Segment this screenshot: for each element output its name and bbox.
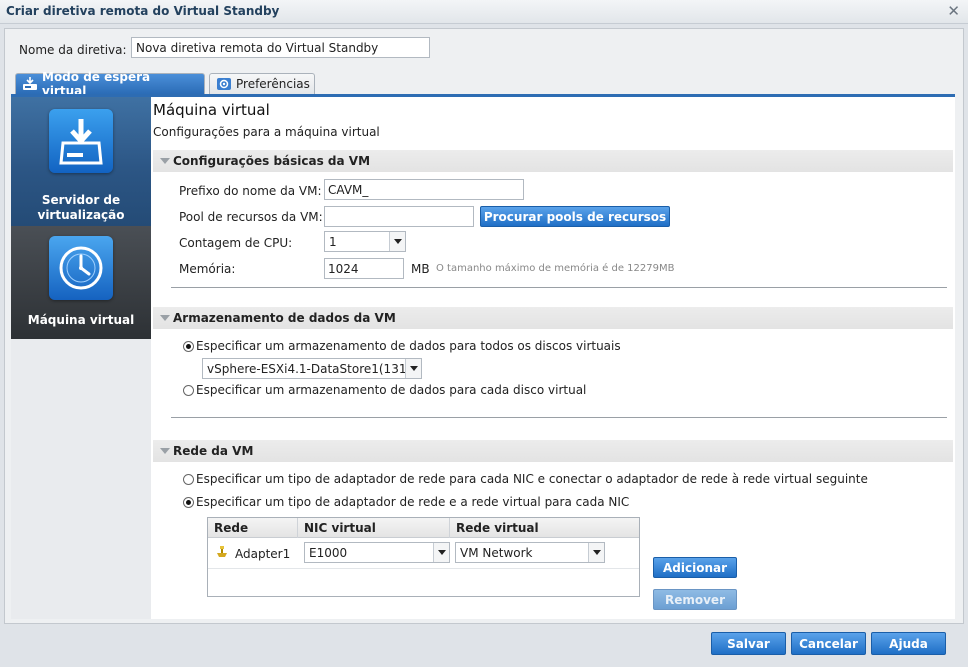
section-basic-header[interactable]: Configurações básicas da VM	[153, 150, 953, 172]
chevron-down-icon[interactable]	[389, 232, 405, 251]
preferences-tab-icon	[216, 77, 232, 91]
column-header-network[interactable]: Rede	[208, 518, 298, 538]
policy-name-input[interactable]	[131, 37, 430, 58]
resource-pool-input[interactable]	[324, 206, 474, 227]
memory-input[interactable]	[324, 258, 404, 279]
remove-nic-button[interactable]: Remover	[653, 589, 737, 610]
datastore-value: vSphere-ESXi4.1-DataStore1(131	[207, 361, 405, 376]
close-icon[interactable]: ✕	[947, 2, 960, 20]
section-storage-title: Armazenamento de dados da VM	[173, 311, 396, 325]
network-option-next-label: Especificar um tipo de adaptador de rede…	[196, 472, 868, 486]
policy-name-label: Nome da diretiva:	[19, 43, 127, 57]
title-bar: Criar diretiva remota do Virtual Standby…	[0, 0, 968, 24]
radio-button[interactable]	[183, 496, 194, 508]
storage-option-all-label: Especificar um armazenamento de dados pa…	[196, 339, 621, 353]
main-content: Máquina virtual Configurações para a máq…	[151, 97, 955, 619]
radio-button[interactable]	[183, 340, 194, 352]
save-button[interactable]: Salvar	[711, 632, 786, 655]
tab-preferences[interactable]: Preferências	[209, 73, 315, 94]
page-title: Máquina virtual	[153, 101, 270, 119]
column-header-virtual-nic[interactable]: NIC virtual	[298, 518, 450, 538]
nic-table: Rede NIC virtual Rede virtual Adapter1 E…	[207, 517, 640, 597]
tab-preferences-label: Preferências	[236, 77, 310, 91]
collapse-triangle-icon[interactable]	[160, 315, 170, 321]
radio-button[interactable]	[183, 384, 194, 396]
nic-table-header: Rede NIC virtual Rede virtual	[208, 518, 639, 538]
nav-virtual-machine[interactable]: Máquina virtual	[11, 226, 151, 339]
chevron-down-icon[interactable]	[405, 359, 421, 378]
browse-resource-pools-button[interactable]: Procurar pools de recursos	[480, 206, 670, 227]
nav-label-line1: Servidor de	[41, 193, 121, 207]
radio-button[interactable]	[183, 473, 194, 485]
dialog-frame: Nome da diretiva: Modo de espera virtual…	[4, 28, 964, 624]
column-header-virtual-network[interactable]: Rede virtual	[450, 518, 639, 538]
virtual-nic-value: E1000	[309, 545, 348, 560]
virtual-nic-select[interactable]: E1000	[304, 542, 450, 563]
server-download-icon	[49, 109, 113, 173]
clock-icon	[49, 236, 113, 300]
cancel-button[interactable]: Cancelar	[791, 632, 866, 655]
network-option-next[interactable]: Especificar um tipo de adaptador de rede…	[183, 472, 868, 486]
memory-unit: MB	[411, 262, 430, 276]
divider	[171, 417, 947, 418]
vm-prefix-label: Prefixo do nome da VM:	[179, 184, 322, 198]
section-network-header[interactable]: Rede da VM	[153, 440, 953, 462]
virtual-network-value: VM Network	[460, 545, 533, 560]
chevron-down-icon[interactable]	[588, 543, 604, 562]
datastore-select[interactable]: vSphere-ESXi4.1-DataStore1(131	[202, 358, 422, 379]
nav-virtualization-server[interactable]: Servidor de virtualização	[11, 97, 151, 226]
cpu-count-value: 1	[329, 234, 337, 249]
divider	[171, 287, 947, 288]
collapse-triangle-icon[interactable]	[160, 158, 170, 164]
left-nav: Servidor de virtualização Máquina virtua…	[11, 97, 151, 619]
vm-prefix-input[interactable]	[324, 179, 524, 200]
cpu-count-label: Contagem de CPU:	[179, 236, 293, 250]
virtual-network-select[interactable]: VM Network	[455, 542, 605, 563]
nav-label-line2: virtualização	[37, 208, 125, 222]
collapse-triangle-icon[interactable]	[160, 448, 170, 454]
network-option-each-label: Especificar um tipo de adaptador de rede…	[196, 495, 630, 509]
nav-virtual-machine-label: Máquina virtual	[27, 313, 135, 327]
storage-option-each[interactable]: Especificar um armazenamento de dados pa…	[183, 383, 586, 397]
adapter-name: Adapter1	[235, 547, 291, 561]
table-row[interactable]: Adapter1 E1000 VM Network	[208, 539, 639, 569]
help-button[interactable]: Ajuda	[871, 632, 946, 655]
chevron-down-icon[interactable]	[433, 543, 449, 562]
page-subtitle: Configurações para a máquina virtual	[153, 125, 380, 139]
window-title: Criar diretiva remota do Virtual Standby	[6, 4, 280, 18]
nav-virtualization-server-label: Servidor de virtualização	[11, 193, 151, 223]
add-nic-button[interactable]: Adicionar	[653, 557, 737, 578]
resource-pool-label: Pool de recursos da VM:	[179, 210, 323, 224]
memory-hint: O tamanho máximo de memória é de 12279MB	[436, 263, 675, 274]
standby-tab-icon	[22, 77, 38, 91]
cpu-count-select[interactable]: 1	[324, 231, 406, 252]
storage-option-all[interactable]: Especificar um armazenamento de dados pa…	[183, 339, 621, 353]
section-storage-header[interactable]: Armazenamento de dados da VM	[153, 307, 953, 329]
network-adapter-icon	[215, 546, 229, 561]
network-option-each[interactable]: Especificar um tipo de adaptador de rede…	[183, 495, 629, 509]
storage-option-each-label: Especificar um armazenamento de dados pa…	[196, 383, 587, 397]
memory-label: Memória:	[179, 262, 236, 276]
section-basic-title: Configurações básicas da VM	[173, 154, 371, 168]
section-network-title: Rede da VM	[173, 444, 254, 458]
tab-virtual-standby[interactable]: Modo de espera virtual	[15, 70, 205, 98]
